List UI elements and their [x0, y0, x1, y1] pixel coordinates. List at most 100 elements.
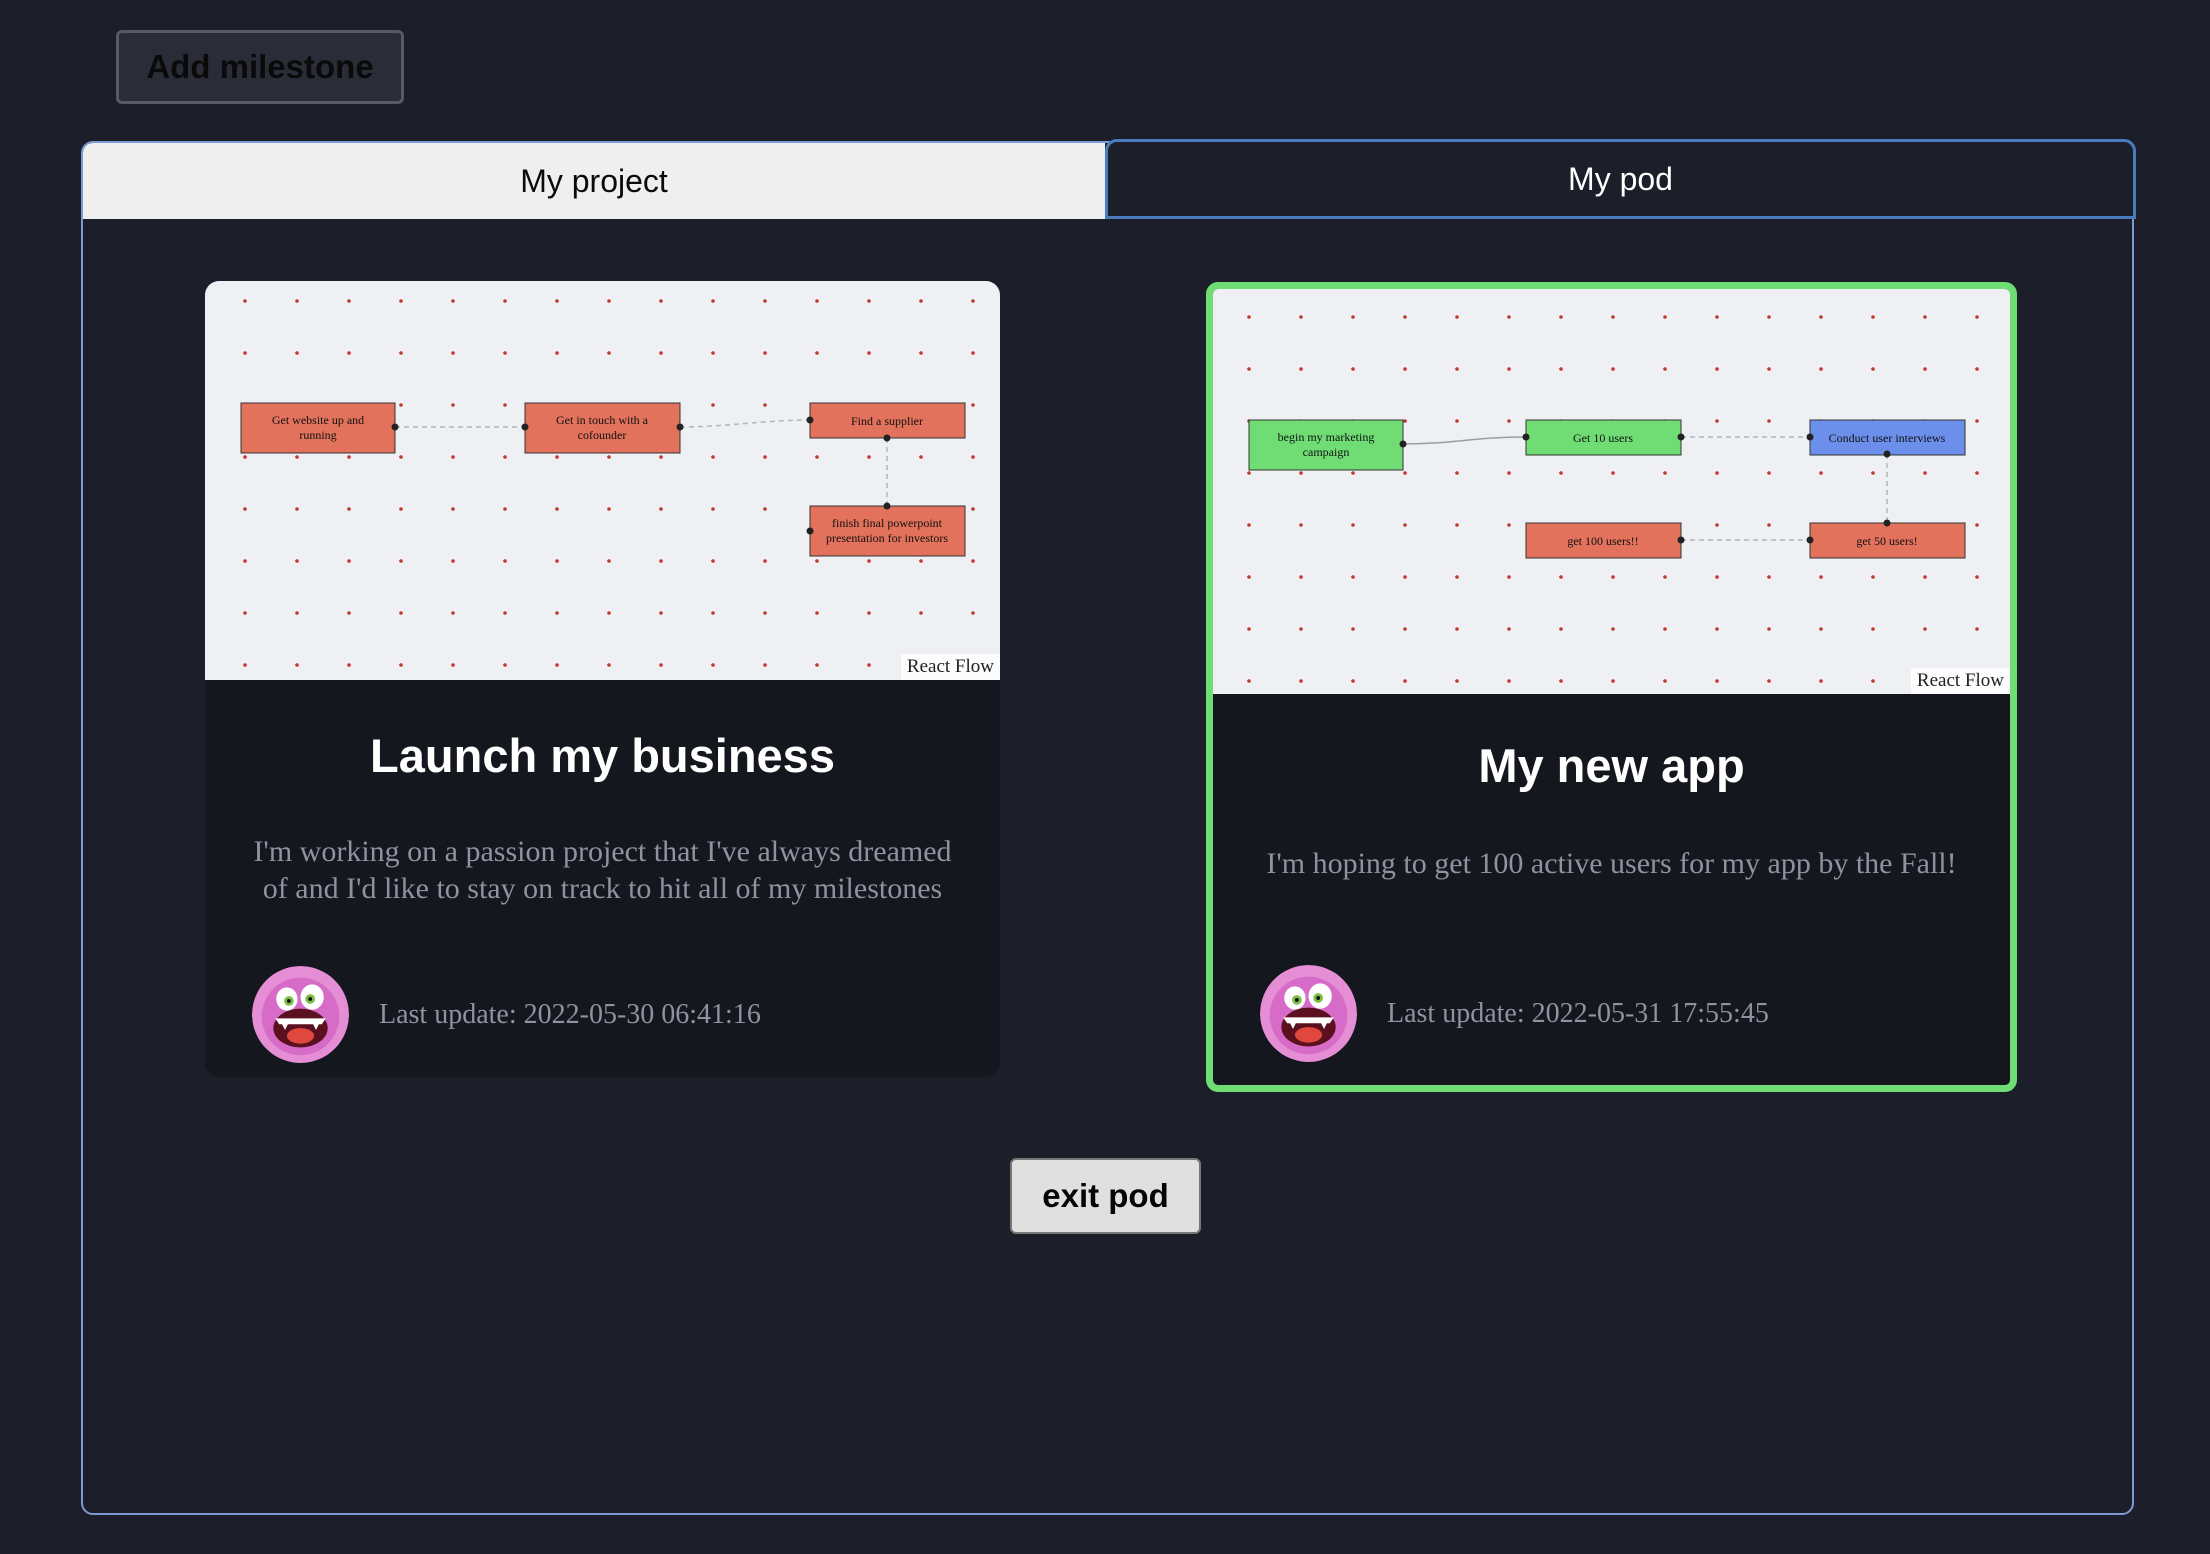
flow-handle[interactable] — [1677, 536, 1685, 544]
grid-dot — [1715, 575, 1719, 579]
grid-dot — [971, 611, 975, 615]
flow-handle[interactable] — [1677, 433, 1685, 441]
flow-node-label: running — [299, 428, 336, 442]
flow-node-label: Get 10 users — [1573, 431, 1633, 445]
grid-dot — [555, 299, 559, 303]
flow-canvas[interactable]: begin my marketing campaign Get 10 users… — [1213, 289, 2010, 694]
grid-dot — [607, 351, 611, 355]
grid-dot — [347, 611, 351, 615]
grid-dot — [1975, 367, 1979, 371]
grid-dot — [1351, 315, 1355, 319]
react-flow-attribution[interactable]: React Flow — [900, 654, 1000, 680]
grid-dot — [1247, 367, 1251, 371]
react-flow-attribution[interactable]: React Flow — [1910, 668, 2010, 694]
flow-node-label: Get in touch with a — [556, 413, 649, 427]
grid-dot — [607, 455, 611, 459]
flow-handle[interactable] — [1806, 536, 1814, 544]
grid-dot — [1299, 523, 1303, 527]
grid-dot — [1299, 627, 1303, 631]
grid-dot — [399, 299, 403, 303]
flow-handle[interactable] — [883, 434, 891, 442]
flow-node[interactable]: begin my marketing campaign — [1248, 419, 1407, 471]
grid-dot — [451, 611, 455, 615]
flow-node[interactable]: Conduct user interviews — [1806, 419, 1966, 458]
flow-node-label: get 100 users!! — [1567, 534, 1638, 548]
grid-dot — [451, 455, 455, 459]
grid-dot — [1455, 627, 1459, 631]
flow-node[interactable]: get 50 users! — [1806, 519, 1966, 559]
grid-dot — [243, 611, 247, 615]
grid-dot — [503, 611, 507, 615]
grid-dot — [1663, 471, 1667, 475]
grid-dot — [1507, 679, 1511, 683]
grid-dot — [451, 559, 455, 563]
grid-dot — [763, 299, 767, 303]
flow-node[interactable]: Get website up and running — [240, 402, 399, 454]
grid-dot — [815, 351, 819, 355]
grid-dot — [1559, 575, 1563, 579]
grid-dot — [815, 455, 819, 459]
flow-node[interactable]: Get in touch with a cofounder — [521, 402, 684, 454]
project-card-launch-my-business[interactable]: Get website up and running Get in touch … — [205, 281, 1000, 1077]
exit-pod-button[interactable]: exit pod — [1010, 1158, 1201, 1234]
card-title: Launch my business — [370, 729, 835, 782]
flow-handle[interactable] — [806, 416, 814, 424]
flow-handle[interactable] — [1522, 433, 1530, 441]
grid-dot — [503, 559, 507, 563]
flow-canvas[interactable]: Get website up and running Get in touch … — [205, 281, 1000, 680]
grid-dot — [867, 611, 871, 615]
grid-dot — [1559, 315, 1563, 319]
grid-dot — [1923, 315, 1927, 319]
avatar — [1260, 965, 1357, 1062]
monster-avatar-icon — [252, 966, 349, 1063]
grid-dot — [919, 351, 923, 355]
project-card-my-new-app[interactable]: begin my marketing campaign Get 10 users… — [1206, 282, 2017, 1092]
flow-handle[interactable] — [1883, 450, 1891, 458]
grid-dot — [919, 559, 923, 563]
flow-handle[interactable] — [521, 423, 529, 431]
grid-dot — [1403, 575, 1407, 579]
grid-dot — [1403, 471, 1407, 475]
grid-dot — [1611, 575, 1615, 579]
flow-node-label: Find a supplier — [851, 414, 923, 428]
grid-dot — [763, 455, 767, 459]
tab-my-pod[interactable]: My pod — [1105, 139, 2136, 219]
flow-handle[interactable] — [1883, 519, 1891, 527]
grid-dot — [1403, 523, 1407, 527]
grid-dot — [867, 351, 871, 355]
flow-node[interactable]: finish final powerpoint presentation for… — [806, 502, 966, 557]
flow-handle[interactable] — [676, 423, 684, 431]
grid-dot — [347, 455, 351, 459]
flow-handle[interactable] — [391, 423, 399, 431]
grid-dot — [295, 507, 299, 511]
grid-dot — [607, 559, 611, 563]
flow-node-label: presentation for investors — [826, 531, 948, 545]
flow-node[interactable]: Find a supplier — [806, 402, 966, 442]
grid-dot — [451, 507, 455, 511]
grid-dot — [1715, 679, 1719, 683]
grid-dot — [1507, 523, 1511, 527]
grid-dot — [867, 559, 871, 563]
flow-handle[interactable] — [883, 502, 891, 510]
grid-dot — [659, 507, 663, 511]
grid-dot — [451, 351, 455, 355]
grid-dot — [1299, 575, 1303, 579]
flow-handle[interactable] — [1399, 440, 1407, 448]
grid-dot — [295, 559, 299, 563]
grid-dot — [763, 403, 767, 407]
grid-dot — [1247, 315, 1251, 319]
grid-dot — [1559, 367, 1563, 371]
grid-dot — [399, 351, 403, 355]
grid-dot — [919, 455, 923, 459]
grid-dot — [1715, 471, 1719, 475]
flow-handle[interactable] — [806, 527, 814, 535]
flow-handle[interactable] — [1806, 433, 1814, 441]
add-milestone-button[interactable]: Add milestone — [116, 30, 404, 104]
grid-dot — [1611, 471, 1615, 475]
flow-node[interactable]: get 100 users!! — [1525, 522, 1685, 559]
grid-dot — [1507, 367, 1511, 371]
tab-my-project[interactable]: My project — [83, 143, 1105, 219]
flow-node[interactable]: Get 10 users — [1522, 419, 1685, 456]
grid-dot — [1351, 523, 1355, 527]
grid-dot — [763, 351, 767, 355]
